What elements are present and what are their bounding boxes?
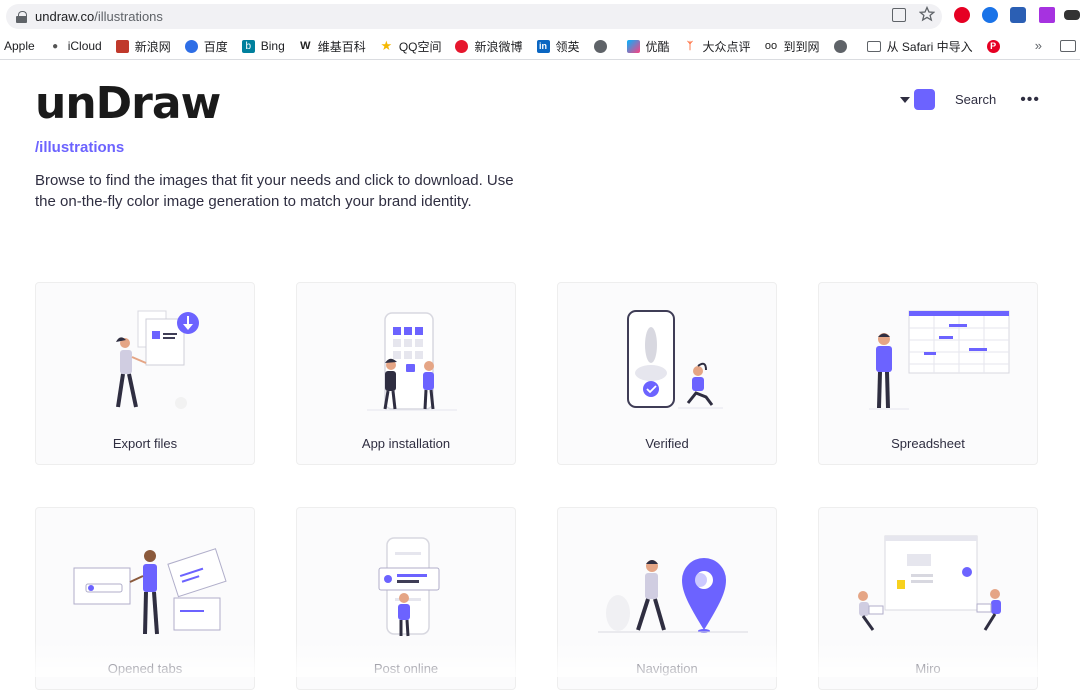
illustration-card-post-online[interactable]: Post online (296, 507, 516, 690)
incognito-extension-icon[interactable] (1064, 10, 1080, 20)
spreadsheet-illustration (869, 310, 1010, 410)
illustration-card-verified[interactable]: Verified (557, 282, 777, 465)
bookmark-apple[interactable]: Apple (4, 39, 35, 53)
search-button[interactable]: Search (955, 92, 996, 107)
url-text: undraw.co/illustrations (35, 9, 163, 24)
weibo-icon (455, 39, 469, 53)
url-field[interactable]: undraw.co/illustrations (6, 4, 942, 29)
star-icon: ★ (380, 38, 393, 53)
lock-icon (16, 10, 27, 23)
card-title: Navigation (636, 661, 698, 676)
bookmark-globe-2[interactable] (833, 39, 853, 53)
wikipedia-icon: W (300, 40, 311, 52)
illustration-card-opened-tabs[interactable]: Opened tabs (35, 507, 255, 690)
browser-address-bar: undraw.co/illustrations (0, 0, 1080, 33)
more-options-icon[interactable]: ••• (1020, 91, 1040, 109)
bookmark-star-icon[interactable] (918, 5, 936, 22)
bookmark-youku[interactable]: 优酷 (626, 38, 670, 55)
folder-icon (866, 40, 881, 52)
bookmarks-overflow-chevron[interactable]: » (1035, 38, 1042, 53)
pinterest-extension-icon[interactable] (954, 7, 970, 23)
grammar-extension-icon[interactable] (982, 7, 998, 23)
pinterest-icon: P (986, 39, 1000, 53)
translate-icon[interactable] (892, 8, 906, 22)
bookmark-safari-import[interactable]: 从 Safari 中导入 (866, 38, 973, 55)
globe-icon (833, 39, 847, 53)
bing-icon: b (241, 39, 255, 53)
bookmark-qzone[interactable]: ★ QQ空间 (380, 38, 441, 55)
color-picker-swatch[interactable] (913, 89, 935, 110)
card-title: Spreadsheet (891, 436, 965, 451)
globe-icon (593, 39, 607, 53)
verified-illustration (627, 310, 723, 409)
tripadvisor-icon: oo (764, 40, 778, 52)
opened-tabs-illustration (73, 548, 227, 635)
bookmark-bing[interactable]: b Bing (241, 39, 285, 53)
bookmarks-bar: Apple ● iCloud 新浪网 百度 b Bing W 维基百科 ★ QQ空间 新… (0, 33, 1080, 60)
navigation-illustration (598, 558, 748, 633)
header-actions: Search ••• (899, 89, 1040, 110)
bookmark-weibo[interactable]: 新浪微博 (455, 38, 523, 55)
post-online-illustration (378, 537, 440, 637)
card-title: App installation (361, 436, 451, 451)
illustration-card-export-files[interactable]: Export files (35, 282, 255, 465)
card-title: Export files (112, 436, 178, 451)
breadcrumb[interactable]: /illustrations (35, 139, 124, 156)
dianping-icon: ᛉ (687, 40, 694, 52)
chevron-down-icon[interactable] (899, 96, 910, 103)
undraw-logo[interactable]: unDraw (35, 78, 221, 129)
app-installation-illustration (367, 312, 457, 411)
illustration-card-app-installation[interactable]: App installation (296, 282, 516, 465)
miro-illustration (858, 535, 1001, 631)
card-title: Verified (645, 436, 689, 451)
bookmark-linkedin[interactable]: in 领英 (536, 38, 580, 55)
bookmark-baidu[interactable]: 百度 (184, 38, 228, 55)
card-title: Post online (373, 661, 439, 676)
pdf-extension-icon[interactable] (1039, 7, 1055, 23)
youku-icon (626, 39, 640, 53)
illustration-card-navigation[interactable]: Navigation (557, 507, 777, 690)
linkedin-icon: in (536, 39, 550, 53)
page-intro: Browse to find the images that fit your … (35, 172, 514, 210)
bookmark-wikipedia[interactable]: W 维基百科 (299, 38, 366, 55)
sina-icon (115, 39, 129, 53)
export-files-illustration (116, 310, 199, 409)
bookmark-sina[interactable]: 新浪网 (115, 38, 171, 55)
apple-icon: ● (52, 40, 59, 52)
baidu-paw-icon (184, 39, 198, 53)
card-title: Miro (915, 661, 941, 676)
bookmark-icloud[interactable]: ● iCloud (49, 39, 102, 53)
bookmark-dianping[interactable]: ᛉ 大众点评 (684, 38, 751, 55)
dropbox-extension-icon[interactable] (1010, 7, 1026, 23)
bookmark-pinterest[interactable]: P (986, 39, 1006, 53)
illustration-card-spreadsheet[interactable]: Spreadsheet (818, 282, 1038, 465)
card-title: Opened tabs (107, 661, 183, 676)
bookmark-globe-1[interactable] (593, 39, 613, 53)
other-bookmarks-folder-icon[interactable] (1060, 40, 1076, 52)
illustration-card-miro[interactable]: Miro (818, 507, 1038, 690)
bookmark-daodao[interactable]: oo 到到网 (765, 38, 820, 55)
